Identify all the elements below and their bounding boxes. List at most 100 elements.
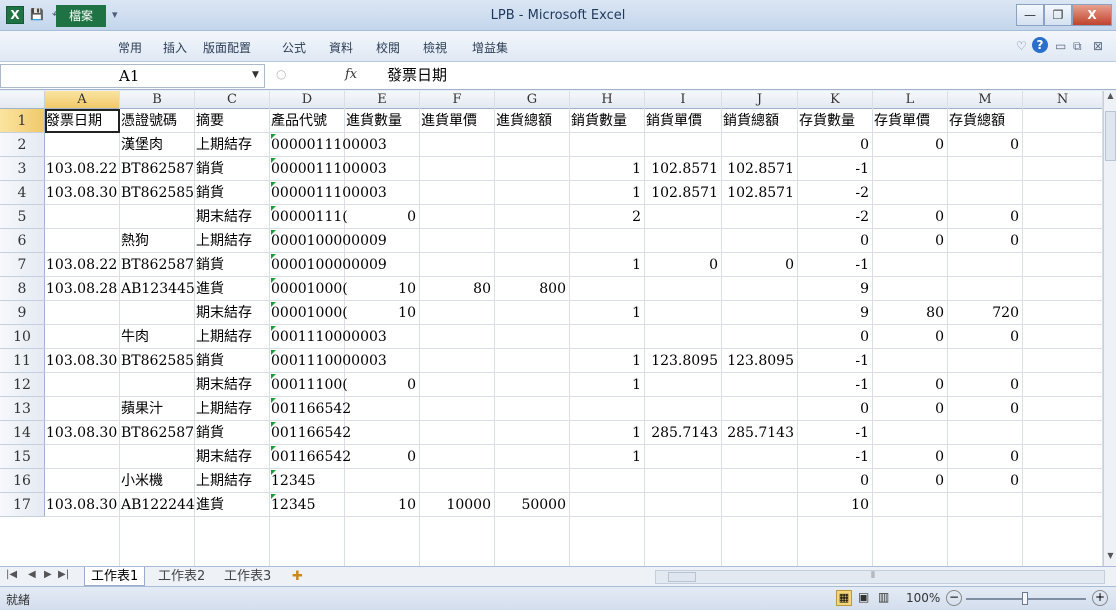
row-header-15[interactable]: 15	[0, 445, 45, 469]
cell-f1[interactable]: 進貨單價	[421, 109, 477, 133]
cell-k9[interactable]: 9	[798, 301, 869, 325]
row-header-2[interactable]: 2	[0, 133, 45, 157]
row-header-1[interactable]: 1	[0, 109, 45, 133]
cell-k13[interactable]: 0	[798, 397, 869, 421]
cell-i4[interactable]: 102.8571	[645, 181, 718, 205]
restore-button[interactable]: ❐	[1044, 4, 1072, 26]
cell-m6[interactable]: 0	[948, 229, 1019, 253]
cell-b3[interactable]: BT862587	[121, 157, 194, 181]
excel-app-icon[interactable]: X	[6, 6, 24, 24]
sheet-tab-1[interactable]: 工作表1	[84, 567, 146, 586]
cell-j3[interactable]: 102.8571	[722, 157, 794, 181]
cell-b11[interactable]: BT862585	[121, 349, 194, 373]
column-header-m[interactable]: M	[948, 91, 1023, 109]
cell-e8[interactable]: 10	[345, 277, 416, 301]
sheet-tab-3[interactable]: 工作表3	[218, 567, 277, 586]
cell-g1[interactable]: 進貨總額	[496, 109, 552, 133]
cell-h9[interactable]: 1	[570, 301, 641, 325]
row-header-13[interactable]: 13	[0, 397, 45, 421]
cell-k11[interactable]: -1	[798, 349, 869, 373]
cell-e17[interactable]: 10	[345, 493, 416, 517]
column-header-d[interactable]: D	[270, 91, 345, 109]
cell-c16[interactable]: 上期結存	[196, 469, 252, 493]
cell-a17[interactable]: 103.08.30	[46, 493, 117, 517]
cell-c17[interactable]: 進貨	[196, 493, 224, 517]
workbook-minimize-icon[interactable]: ▭	[1055, 39, 1066, 53]
sheet-tab-2[interactable]: 工作表2	[152, 567, 211, 586]
cell-d10[interactable]: 0001110000003	[271, 325, 387, 349]
tab-home[interactable]: 常用	[118, 38, 142, 58]
cell-c12[interactable]: 期末結存	[196, 373, 252, 397]
cell-f17[interactable]: 10000	[420, 493, 491, 517]
name-box[interactable]: A1	[0, 64, 265, 88]
cell-m16[interactable]: 0	[948, 469, 1019, 493]
cell-k2[interactable]: 0	[798, 133, 869, 157]
cell-i3[interactable]: 102.8571	[645, 157, 718, 181]
page-layout-view-icon[interactable]: ▣	[858, 590, 869, 604]
row-header-3[interactable]: 3	[0, 157, 45, 181]
cell-i11[interactable]: 123.8095	[645, 349, 718, 373]
cell-b17[interactable]: AB122244	[121, 493, 195, 517]
cell-d8[interactable]: 00001000(	[271, 277, 348, 301]
cell-c9[interactable]: 期末結存	[196, 301, 252, 325]
cell-l5[interactable]: 0	[873, 205, 944, 229]
cell-m1[interactable]: 存貨總額	[949, 109, 1005, 133]
cell-m10[interactable]: 0	[948, 325, 1019, 349]
cell-k5[interactable]: -2	[798, 205, 869, 229]
customize-quick-access-icon[interactable]: ▾	[112, 6, 118, 24]
cell-d14[interactable]: 001166542	[271, 421, 351, 445]
cell-b2[interactable]: 漢堡肉	[121, 133, 163, 157]
cell-k8[interactable]: 9	[798, 277, 869, 301]
cell-h11[interactable]: 1	[570, 349, 641, 373]
cell-h7[interactable]: 1	[570, 253, 641, 277]
chevron-down-icon[interactable]: ▼	[252, 70, 259, 80]
cell-h15[interactable]: 1	[570, 445, 641, 469]
cancel-entry-icon[interactable]: ○	[276, 67, 286, 81]
row-header-10[interactable]: 10	[0, 325, 45, 349]
horizontal-scrollbar[interactable]: ⦀	[655, 570, 1105, 584]
last-sheet-icon[interactable]: ▶|	[58, 569, 69, 580]
cell-e12[interactable]: 0	[345, 373, 416, 397]
zoom-level[interactable]: 100%	[906, 591, 940, 605]
formula-input[interactable]: 發票日期	[372, 64, 1116, 88]
cell-l2[interactable]: 0	[873, 133, 944, 157]
cell-h1[interactable]: 銷貨數量	[571, 109, 627, 133]
prev-sheet-icon[interactable]: ◀	[28, 569, 36, 580]
column-header-j[interactable]: J	[722, 91, 798, 109]
tab-file[interactable]: 檔案	[56, 5, 106, 27]
cell-l6[interactable]: 0	[873, 229, 944, 253]
cell-e1[interactable]: 進貨數量	[346, 109, 402, 133]
column-header-b[interactable]: B	[120, 91, 195, 109]
cell-a7[interactable]: 103.08.22	[46, 253, 117, 277]
cell-i14[interactable]: 285.7143	[645, 421, 718, 445]
vertical-scroll-thumb[interactable]	[1105, 111, 1116, 161]
tab-view[interactable]: 檢視	[423, 38, 447, 58]
workbook-close-icon[interactable]: ⊠	[1093, 39, 1103, 53]
cell-f8[interactable]: 80	[420, 277, 491, 301]
cell-d7[interactable]: 0000100000009	[271, 253, 387, 277]
tab-page-layout[interactable]: 版面配置	[203, 38, 251, 58]
row-header-6[interactable]: 6	[0, 229, 45, 253]
cell-l16[interactable]: 0	[873, 469, 944, 493]
cell-b16[interactable]: 小米機	[121, 469, 163, 493]
cell-l1[interactable]: 存貨單價	[874, 109, 930, 133]
next-sheet-icon[interactable]: ▶	[44, 569, 52, 580]
cell-k15[interactable]: -1	[798, 445, 869, 469]
column-header-c[interactable]: C	[195, 91, 270, 109]
select-all-corner[interactable]	[0, 91, 45, 109]
cell-l10[interactable]: 0	[873, 325, 944, 349]
cell-i1[interactable]: 銷貨單價	[646, 109, 702, 133]
cell-c15[interactable]: 期末結存	[196, 445, 252, 469]
zoom-in-button[interactable]: +	[1092, 590, 1108, 606]
cell-b6[interactable]: 熱狗	[121, 229, 149, 253]
first-sheet-icon[interactable]: |◀	[6, 569, 17, 580]
cell-h14[interactable]: 1	[570, 421, 641, 445]
cell-c6[interactable]: 上期結存	[196, 229, 252, 253]
minimize-ribbon-icon[interactable]: ♡	[1016, 39, 1027, 53]
cell-c8[interactable]: 進貨	[196, 277, 224, 301]
scroll-split-icon[interactable]: ⦀	[871, 571, 875, 581]
row-header-12[interactable]: 12	[0, 373, 45, 397]
scroll-down-icon[interactable]: ▼	[1105, 551, 1116, 565]
cell-c3[interactable]: 銷貨	[196, 157, 224, 181]
cell-c13[interactable]: 上期結存	[196, 397, 252, 421]
